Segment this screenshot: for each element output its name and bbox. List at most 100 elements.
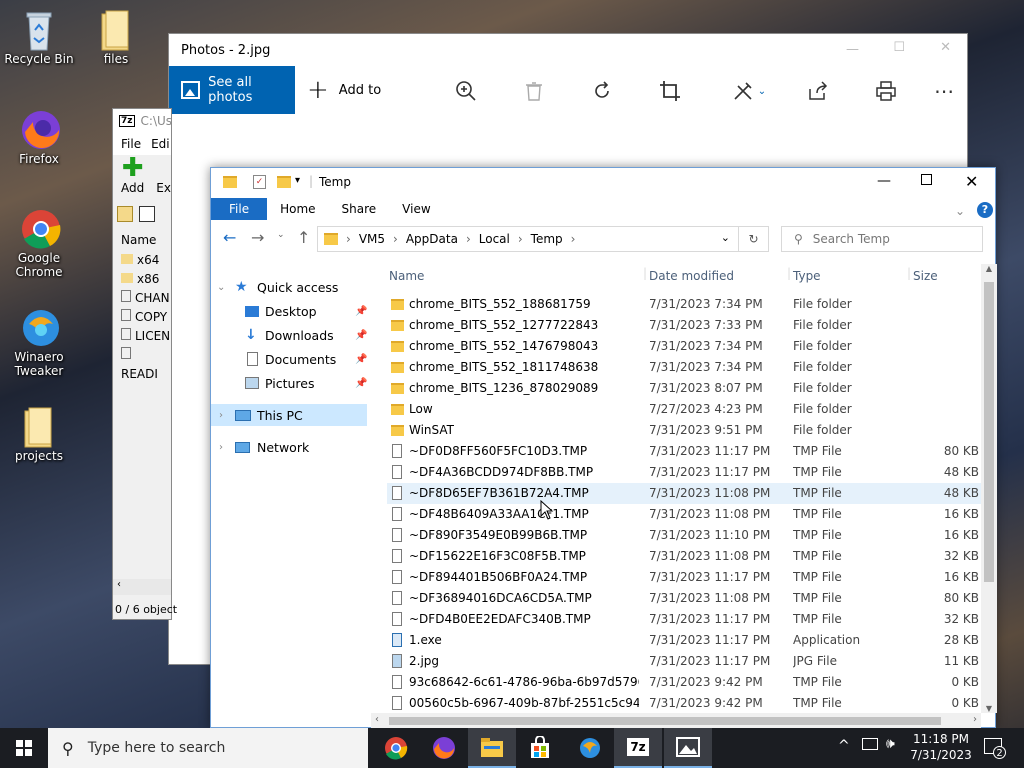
search-box[interactable]: ⚲ Search Temp [781, 226, 983, 252]
delete-icon[interactable] [517, 74, 551, 108]
nav-desktop[interactable]: Desktop 📌 [211, 300, 379, 322]
file-row[interactable]: ~DF890F3549E0B99B6B.TMP 7/31/2023 11:10 P… [387, 525, 987, 546]
breadcrumb-vm5[interactable]: VM5 [359, 232, 385, 246]
vertical-scrollbar[interactable]: ▲ ▼ [981, 264, 997, 713]
nav-network[interactable]: › Network [211, 436, 379, 458]
file-row[interactable]: WinSAT 7/31/2023 9:51 PM File folder [387, 420, 987, 441]
refresh-button[interactable]: ↻ [739, 226, 769, 252]
file-row[interactable]: chrome_BITS_552_1277722843 7/31/2023 7:33… [387, 315, 987, 336]
scroll-left-arrow[interactable]: ‹ [375, 714, 379, 725]
desktop-icon-recycle-bin[interactable]: Recycle Bin [3, 8, 75, 66]
taskbar-chrome[interactable] [372, 728, 420, 768]
file-row[interactable]: ~DF36894016DCA6CD5A.TMP 7/31/2023 11:08 P… [387, 588, 987, 609]
recent-locations-icon[interactable]: ⌄ [277, 230, 285, 240]
taskbar-file-explorer[interactable] [468, 728, 516, 768]
desktop-icon-winaero-tweaker[interactable]: Winaero Tweaker [3, 306, 75, 378]
nav-this-pc[interactable]: › This PC [211, 404, 367, 426]
file-row[interactable]: 00560c5b-6967-409b-87bf-2551c5c94986....… [387, 693, 987, 713]
zoom-icon[interactable] [449, 74, 483, 108]
file-row[interactable]: chrome_BITS_552_188681759 7/31/2023 7:34 … [387, 294, 987, 315]
list-item[interactable]: x86 [121, 270, 171, 289]
list-item[interactable]: x64 [121, 251, 171, 270]
menu-file[interactable]: File [121, 137, 141, 151]
breadcrumb-appdata[interactable]: AppData [406, 232, 458, 246]
clock[interactable]: 11:18 PM 7/31/2023 [908, 731, 974, 763]
column-date[interactable]: Date modified [649, 269, 734, 283]
file-row[interactable]: ~DF4A36BCDD974DF8BB.TMP 7/31/2023 11:17 P… [387, 462, 987, 483]
taskbar-store[interactable] [516, 728, 564, 768]
forward-arrow-icon[interactable]: → [251, 228, 264, 247]
more-options-icon[interactable]: ⋯ [927, 74, 961, 108]
tab-home[interactable]: Home [267, 202, 328, 216]
file-row[interactable]: chrome_BITS_552_1476798043 7/31/2023 7:34… [387, 336, 987, 357]
file-row[interactable]: ~DFD4B0EE2EDAFC340B.TMP 7/31/2023 11:17 P… [387, 609, 987, 630]
breadcrumb-temp[interactable]: Temp [531, 232, 563, 246]
scroll-thumb[interactable] [984, 282, 994, 582]
minimize-button[interactable]: — [846, 42, 859, 57]
maximize-button[interactable] [921, 174, 932, 185]
customize-toolbar-icon[interactable]: ▾ [295, 175, 300, 186]
see-all-photos-button[interactable]: See all photos [169, 66, 295, 114]
up-folder-icon[interactable] [117, 206, 133, 222]
tab-file[interactable]: File [211, 198, 268, 220]
scroll-up-arrow[interactable]: ▲ [981, 264, 997, 273]
scroll-down-arrow[interactable]: ▼ [981, 704, 997, 713]
expand-ribbon-icon[interactable]: ⌄ [955, 204, 965, 218]
close-button[interactable]: ✕ [965, 172, 978, 191]
new-folder-icon[interactable] [277, 176, 291, 188]
horizontal-scrollbar[interactable]: ‹ [113, 579, 171, 595]
nav-quick-access[interactable]: ⌄ ★ Quick access [211, 276, 379, 298]
column-size[interactable]: Size [913, 269, 938, 283]
taskbar-photos[interactable] [664, 728, 712, 768]
edit-create-icon[interactable]: ⌄ [725, 74, 773, 108]
taskbar-search-box[interactable]: ⚲ Type here to search [48, 728, 368, 768]
column-name[interactable]: Name [389, 269, 424, 283]
desktop-icon-firefox[interactable]: Firefox [3, 108, 75, 166]
scroll-right-arrow[interactable]: › [973, 714, 977, 725]
list-item[interactable]: READI [121, 346, 171, 384]
file-row[interactable]: 93c68642-6c61-4786-96ba-6b97d5796200... 7… [387, 672, 987, 693]
print-icon[interactable] [869, 74, 903, 108]
properties-icon[interactable]: ✓ [253, 175, 266, 189]
up-arrow-icon[interactable]: ↑ [297, 228, 310, 247]
desktop-icon-projects[interactable]: projects [3, 405, 75, 463]
file-row[interactable]: ~DF8D65EF7B361B72A4.TMP 7/31/2023 11:08 P… [387, 483, 987, 504]
extract-button[interactable]: Ex [156, 155, 171, 203]
nav-pictures[interactable]: Pictures 📌 [211, 372, 379, 394]
file-row[interactable]: Low 7/27/2023 4:23 PM File folder [387, 399, 987, 420]
address-bar[interactable]: › VM5 › AppData › Local › Temp › ⌄ [317, 226, 739, 252]
taskbar-7zip[interactable]: 7z [614, 728, 662, 768]
file-row[interactable]: 1.exe 7/31/2023 11:17 PM Application 28 KB [387, 630, 987, 651]
nav-downloads[interactable]: ↓ Downloads 📌 [211, 324, 379, 346]
tab-share[interactable]: Share [329, 202, 390, 216]
menu-edit[interactable]: Edi [151, 137, 170, 151]
file-row[interactable]: ~DF0D8FF560F5FC10D3.TMP 7/31/2023 11:17 P… [387, 441, 987, 462]
file-row[interactable]: chrome_BITS_552_1811748638 7/31/2023 7:34… [387, 357, 987, 378]
desktop-icon-chrome[interactable]: Google Chrome [3, 207, 75, 279]
network-status-icon[interactable] [862, 738, 878, 750]
crop-icon[interactable] [653, 74, 687, 108]
rotate-icon[interactable] [585, 74, 619, 108]
maximize-button[interactable]: ☐ [893, 40, 905, 55]
horizontal-scrollbar[interactable]: ‹ › [371, 713, 981, 729]
add-to-button[interactable]: + Add to [307, 77, 381, 103]
back-arrow-icon[interactable]: ← [223, 228, 236, 247]
desktop-icon-files[interactable]: files [80, 8, 152, 66]
file-row[interactable]: chrome_BITS_1236_878029089 7/31/2023 8:07… [387, 378, 987, 399]
minimize-button[interactable]: — [877, 173, 891, 189]
address-dropdown-icon[interactable]: ⌄ [721, 231, 730, 244]
list-item[interactable]: COPY [121, 308, 171, 327]
file-row[interactable]: ~DF48B6409A33AA1CF1.TMP 7/31/2023 11:08 P… [387, 504, 987, 525]
file-row[interactable]: 2.jpg 7/31/2023 11:17 PM JPG File 11 KB [387, 651, 987, 672]
breadcrumb-local[interactable]: Local [479, 232, 510, 246]
add-button[interactable]: ✚ Add [121, 155, 144, 203]
close-button[interactable]: ✕ [940, 40, 951, 55]
file-row[interactable]: ~DF15622E16F3C08F5B.TMP 7/31/2023 11:08 P… [387, 546, 987, 567]
tab-view[interactable]: View [389, 202, 443, 216]
help-icon[interactable]: ? [977, 202, 993, 218]
taskbar-winaero[interactable] [566, 728, 614, 768]
show-hidden-icons-chevron-icon[interactable]: ^ [838, 738, 850, 754]
share-icon[interactable] [801, 74, 835, 108]
volume-icon[interactable]: 🕪 [886, 736, 895, 752]
list-item[interactable]: LICEN [121, 327, 171, 346]
